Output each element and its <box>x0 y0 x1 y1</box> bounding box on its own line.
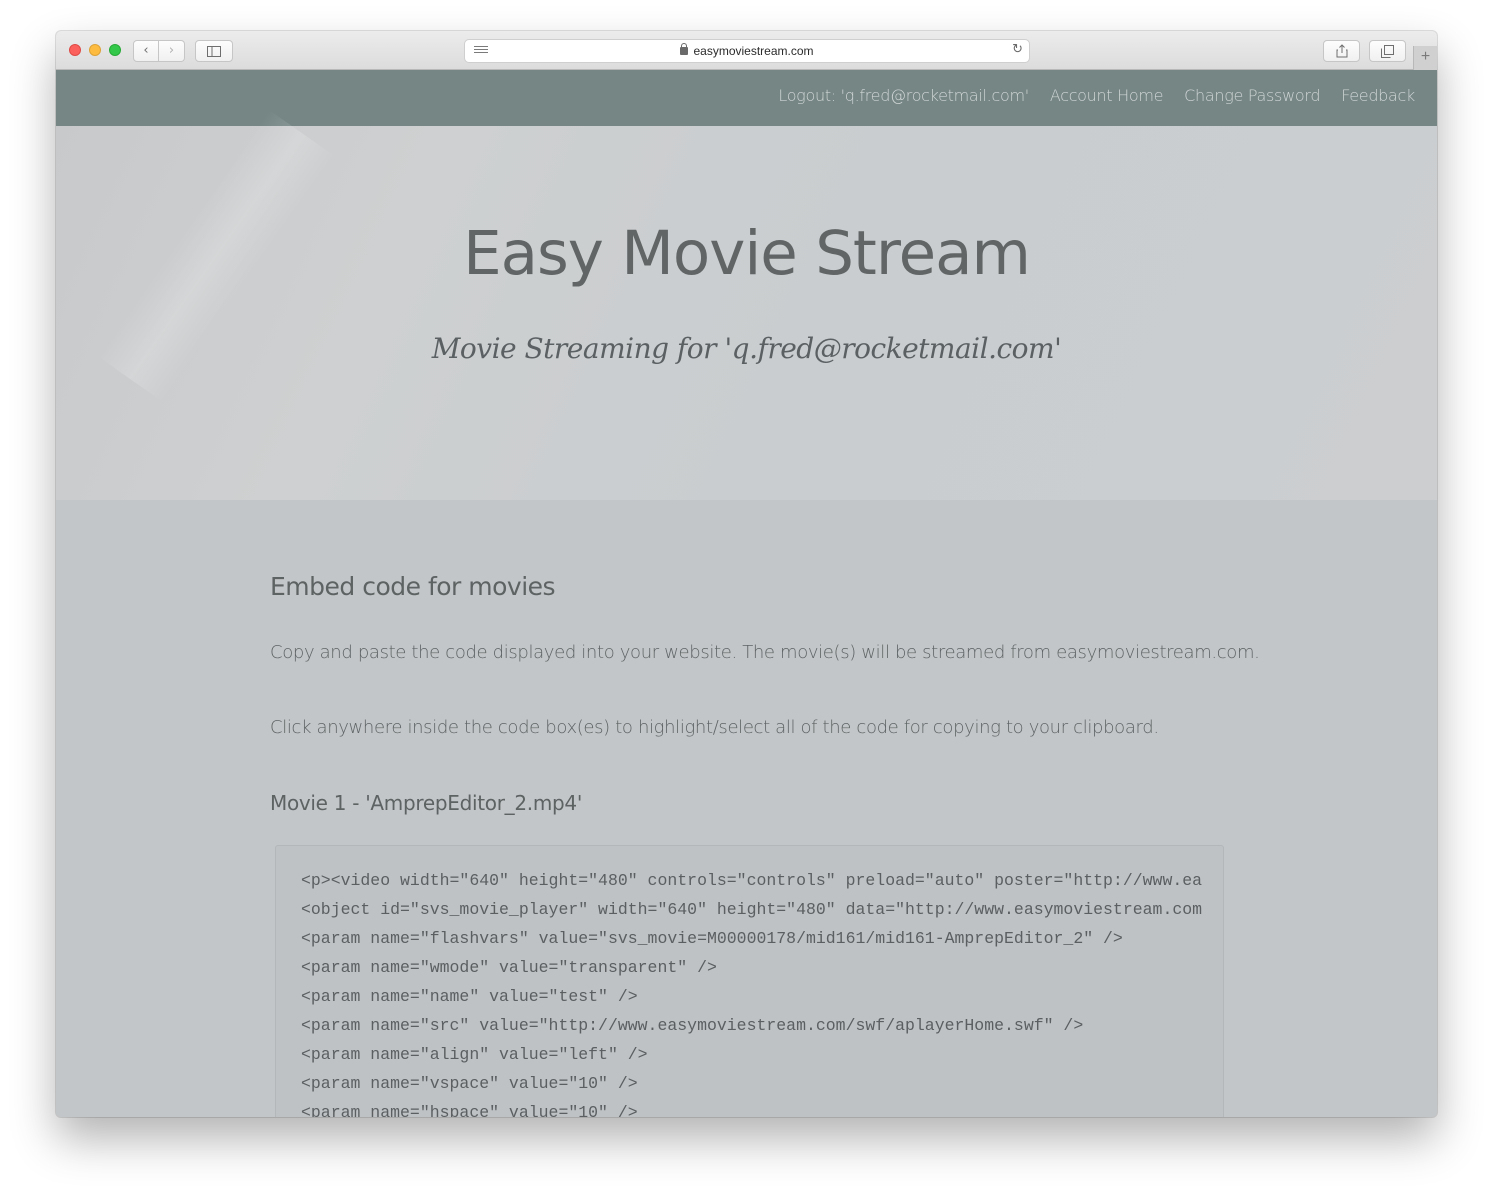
forward-button[interactable]: › <box>159 40 185 62</box>
minimize-window-button[interactable] <box>89 44 101 56</box>
new-tab-button[interactable]: + <box>1413 46 1437 70</box>
plus-icon: + <box>1420 48 1431 65</box>
code-line: <param name="vspace" value="10" /> <box>301 1074 638 1093</box>
logout-link[interactable]: Logout: 'q.fred@rocketmail.com' <box>778 86 1029 105</box>
close-window-button[interactable] <box>69 44 81 56</box>
embed-code-box[interactable]: <p><video width="640" height="480" contr… <box>275 845 1224 1117</box>
main-content: Embed code for movies Copy and paste the… <box>56 500 1437 1117</box>
sidebar-icon <box>207 46 221 57</box>
select-hint-paragraph: Click anywhere inside the code box(es) t… <box>270 717 1159 738</box>
back-button[interactable]: ‹ <box>133 40 159 62</box>
feedback-link[interactable]: Feedback <box>1341 86 1415 105</box>
code-line: <param name="src" value="http://www.easy… <box>301 1016 1084 1035</box>
share-icon <box>1336 44 1347 58</box>
tabs-icon <box>1381 45 1394 58</box>
site-subtitle: Movie Streaming for 'q.fred@rocketmail.c… <box>431 332 1062 365</box>
chevron-right-icon: › <box>168 43 175 58</box>
show-tabs-button[interactable] <box>1369 40 1406 62</box>
hero-section: Easy Movie Stream Movie Streaming for 'q… <box>56 126 1437 500</box>
movie-title: Movie 1 - 'AmprepEditor_2.mp4' <box>270 791 583 815</box>
code-line: <param name="align" value="left" /> <box>301 1045 648 1064</box>
sidebar-toggle-button[interactable] <box>195 40 233 62</box>
embed-code-text[interactable]: <p><video width="640" height="480" contr… <box>301 866 1202 1117</box>
code-line: <param name="flashvars" value="svs_movie… <box>301 929 1123 948</box>
url-text: easymoviestream.com <box>465 43 1029 58</box>
share-button[interactable] <box>1323 40 1360 62</box>
browser-toolbar: ‹ › easymoviestream.com ↻ + <box>56 31 1437 70</box>
code-line: <param name="name" value="test" /> <box>301 987 638 1006</box>
lock-icon <box>680 43 689 55</box>
nav-links: Logout: 'q.fred@rocketmail.com' Account … <box>778 86 1415 105</box>
instructions-paragraph: Copy and paste the code displayed into y… <box>270 642 1260 663</box>
reload-icon[interactable]: ↻ <box>1012 42 1023 57</box>
maximize-window-button[interactable] <box>109 44 121 56</box>
chevron-left-icon: ‹ <box>143 43 149 58</box>
site-title: Easy Movie Stream <box>463 218 1031 289</box>
address-bar[interactable]: easymoviestream.com ↻ <box>464 39 1030 63</box>
change-password-link[interactable]: Change Password <box>1184 86 1320 105</box>
page-heading: Embed code for movies <box>270 572 556 601</box>
browser-window: ‹ › easymoviestream.com ↻ + Logout: 'q.f… <box>56 31 1437 1117</box>
code-line: <param name="wmode" value="transparent" … <box>301 958 717 977</box>
code-line: <object id="svs_movie_player" width="640… <box>301 900 1203 919</box>
code-line: <param name="hspace" value="10" /> <box>301 1103 638 1117</box>
account-home-link[interactable]: Account Home <box>1050 86 1164 105</box>
code-line: <p><video width="640" height="480" contr… <box>301 871 1203 890</box>
